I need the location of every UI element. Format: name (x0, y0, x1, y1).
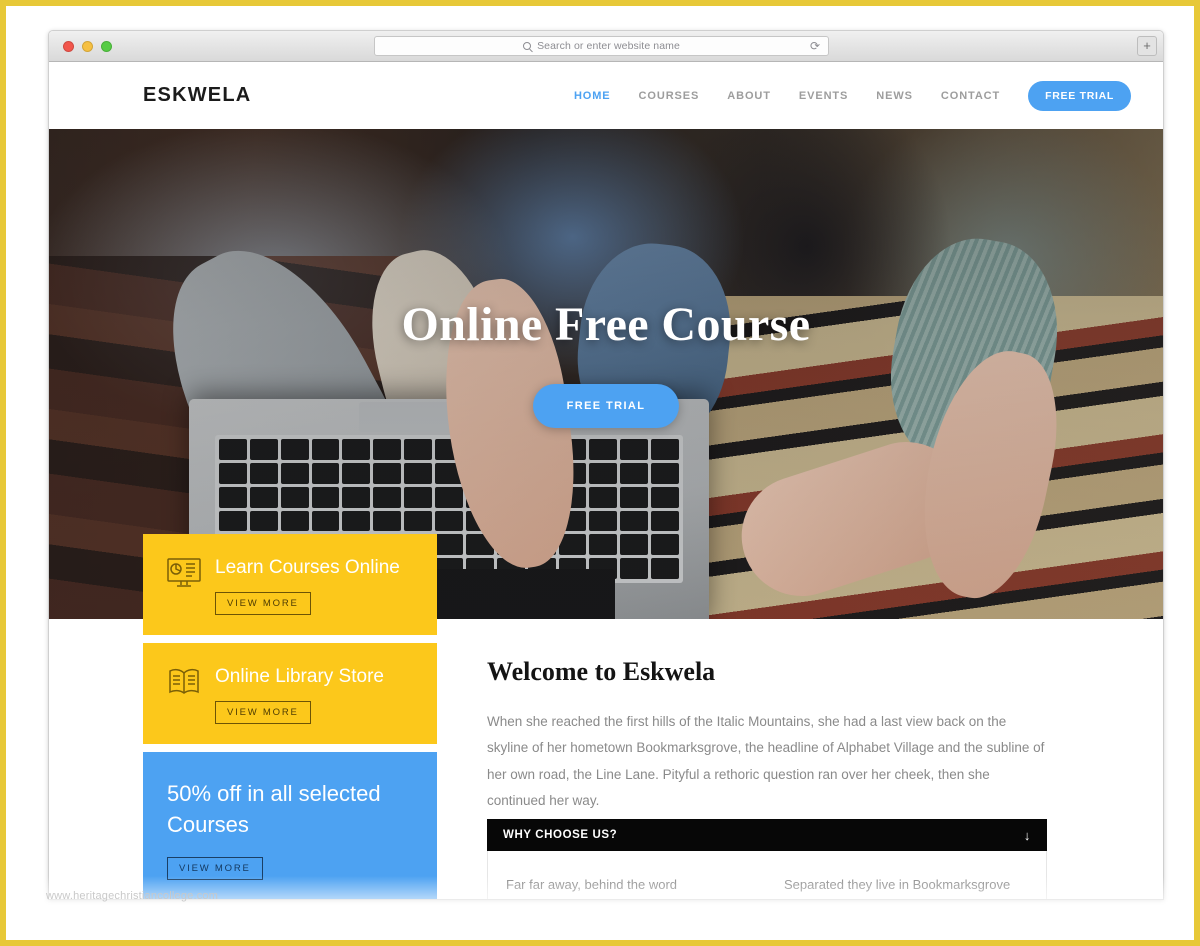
promo-card-title: Learn Courses Online (215, 557, 400, 578)
monitor-chart-icon (167, 558, 201, 593)
website-viewport: ESKWELA HOME COURSES ABOUT EVENTS NEWS C… (49, 62, 1163, 899)
promo-card-body: Learn Courses Online VIEW MORE (215, 556, 413, 615)
nav-item-news[interactable]: NEWS (876, 90, 913, 102)
promo-card-library-store[interactable]: Online Library Store VIEW MORE (143, 642, 437, 744)
accordion-title: WHY CHOOSE US? (503, 829, 618, 841)
open-book-icon (167, 667, 201, 702)
accordion-column-1: Far far away, behind the word (506, 877, 678, 892)
nav-item-home[interactable]: HOME (574, 90, 611, 102)
promo-card-body: Online Library Store VIEW MORE (215, 665, 413, 724)
hero-title: Online Free Course (401, 298, 811, 351)
main-navigation: HOME COURSES ABOUT EVENTS NEWS CONTACT F… (574, 80, 1131, 111)
promo-card-stack: Learn Courses Online VIEW MORE Online Li… (143, 534, 437, 899)
promo-card-title: 50% off in all selected Courses (167, 780, 381, 838)
zoom-window-button[interactable] (101, 40, 112, 52)
browser-window: Search or enter website name ⟳ + ESKWELA… (48, 30, 1164, 900)
frame-inner: Search or enter website name ⟳ + ESKWELA… (6, 6, 1194, 940)
accordion-panel: Far far away, behind the word Separated … (487, 851, 1047, 899)
search-icon (523, 42, 532, 50)
hero-free-trial-button[interactable]: FREE TRIAL (532, 384, 680, 428)
site-header: ESKWELA HOME COURSES ABOUT EVENTS NEWS C… (49, 62, 1163, 129)
minimize-window-button[interactable] (82, 40, 93, 52)
watermark: www.heritagechristiancollege.com (46, 890, 219, 902)
traffic-lights (63, 40, 112, 52)
promo-view-more-button[interactable]: VIEW MORE (215, 700, 311, 724)
site-logo[interactable]: ESKWELA (143, 84, 251, 107)
header-free-trial-button[interactable]: FREE TRIAL (1028, 80, 1131, 111)
close-window-button[interactable] (63, 40, 74, 52)
nav-item-courses[interactable]: COURSES (639, 90, 700, 102)
browser-chrome: Search or enter website name ⟳ + (49, 31, 1163, 62)
page-frame: Search or enter website name ⟳ + ESKWELA… (0, 0, 1200, 946)
promo-view-more-button[interactable]: VIEW MORE (215, 591, 311, 615)
accordion-column-2: Separated they live in Bookmarksgrove (784, 877, 1011, 892)
welcome-block: Welcome to Eskwela When she reached the … (487, 657, 1047, 814)
arrow-down-icon: ↓ (1023, 827, 1031, 843)
promo-card-learn-courses[interactable]: Learn Courses Online VIEW MORE (143, 534, 437, 635)
welcome-title: Welcome to Eskwela (487, 657, 716, 686)
promo-view-more-button[interactable]: VIEW MORE (167, 857, 263, 881)
hero-content: Online Free Course FREE TRIAL (49, 297, 1163, 428)
new-tab-button[interactable]: + (1137, 36, 1157, 56)
nav-item-contact[interactable]: CONTACT (941, 90, 1000, 102)
promo-card-title: Online Library Store (215, 665, 384, 687)
why-choose-us-accordion: WHY CHOOSE US? ↓ Far far away, behind th… (487, 819, 1047, 899)
nav-item-events[interactable]: EVENTS (799, 90, 848, 102)
reload-icon[interactable]: ⟳ (810, 40, 820, 52)
accordion-header[interactable]: WHY CHOOSE US? ↓ (487, 819, 1047, 851)
welcome-paragraph: When she reached the first hills of the … (487, 714, 1045, 808)
promo-card-discount[interactable]: 50% off in all selected Courses VIEW MOR… (143, 751, 437, 899)
address-bar-placeholder: Search or enter website name (537, 40, 680, 52)
nav-item-about[interactable]: ABOUT (727, 90, 771, 102)
address-bar[interactable]: Search or enter website name ⟳ (374, 36, 829, 56)
